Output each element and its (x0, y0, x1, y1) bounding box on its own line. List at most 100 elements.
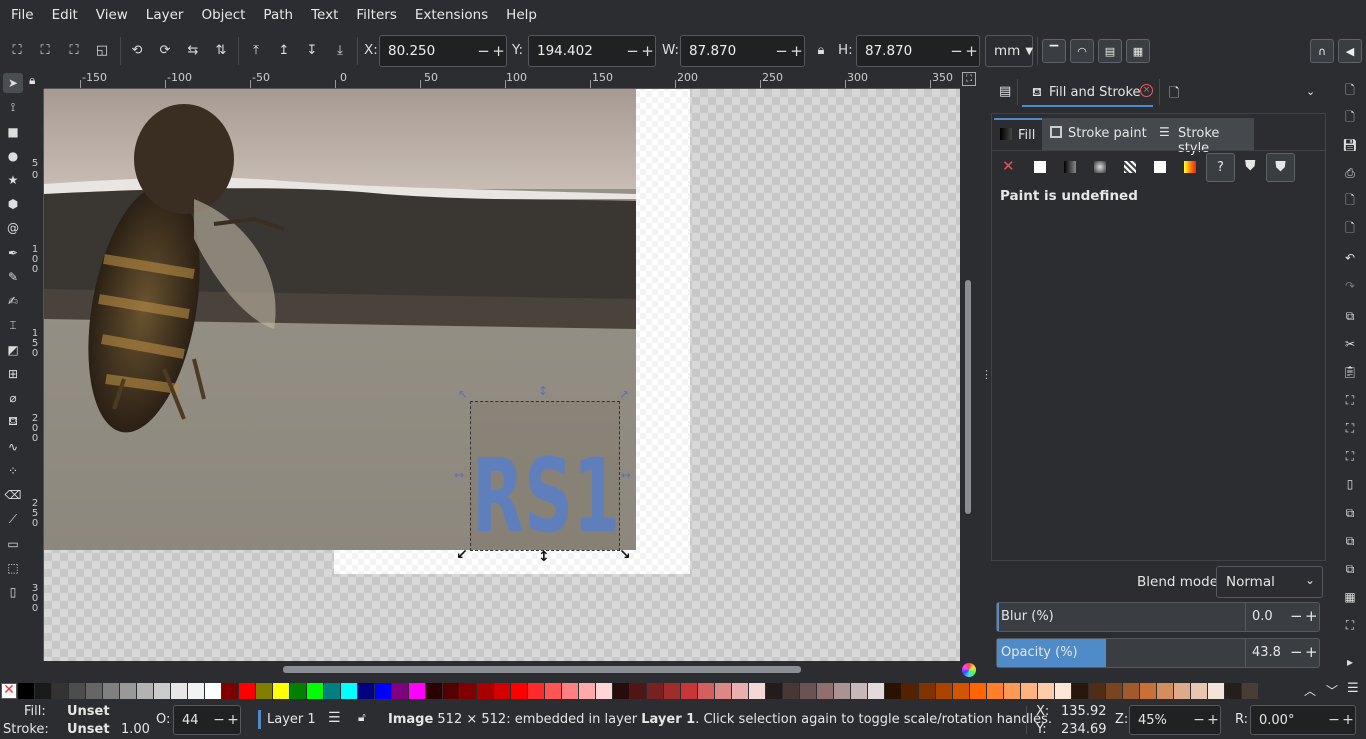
snap-toggle-icon[interactable]: ∩ (1310, 39, 1334, 63)
document-properties-icon[interactable]: 🗋 (1169, 84, 1179, 106)
skew-handle-w[interactable]: ↔ (454, 468, 464, 482)
minus-icon[interactable]: − (1290, 643, 1303, 661)
mesh-tool-icon[interactable]: ⊞ (3, 364, 23, 384)
color-swatch[interactable] (647, 683, 663, 699)
palette-scroll-up-icon[interactable]: ︿ (1304, 682, 1316, 699)
star-tool-icon[interactable]: ★ (3, 170, 23, 190)
import-icon[interactable]: 🗋 (1340, 191, 1360, 211)
color-swatch[interactable] (171, 683, 187, 699)
color-swatch[interactable] (86, 683, 102, 699)
redo-icon[interactable]: ↷ (1340, 276, 1360, 296)
color-swatch[interactable] (103, 683, 119, 699)
deselect-icon[interactable]: ◱ (91, 39, 113, 61)
group-icon[interactable]: ▦ (1340, 587, 1360, 607)
palette-menu-icon[interactable]: ☰ (1347, 681, 1359, 696)
color-swatch[interactable] (460, 683, 476, 699)
move-patterns-icon[interactable]: ▦ (1126, 39, 1150, 63)
minus-icon[interactable]: − (476, 42, 491, 60)
color-swatch[interactable] (1123, 683, 1139, 699)
menu-path[interactable]: Path (254, 0, 302, 31)
w-field[interactable]: 87.870 − + (680, 35, 805, 67)
color-swatch[interactable] (715, 683, 731, 699)
select-all-layers-icon[interactable]: ⛶ (34, 39, 56, 61)
scale-handle-s[interactable]: ↕ (538, 549, 550, 565)
scale-stroke-icon[interactable]: ▔ (1042, 39, 1066, 63)
stroke-width-value[interactable]: 1.00 (121, 722, 150, 737)
color-swatch[interactable] (732, 683, 748, 699)
color-swatch[interactable] (69, 683, 85, 699)
export-icon[interactable]: 🗋 (1340, 219, 1360, 239)
zoom-selection-icon[interactable]: ⛶ (1340, 390, 1360, 410)
skew-handle-n[interactable]: ↕ (538, 384, 548, 398)
y-field[interactable]: 194.402 − + (528, 35, 656, 67)
plus-icon[interactable]: + (964, 42, 979, 60)
color-swatch[interactable] (1174, 683, 1190, 699)
zoom-drawing-icon[interactable]: ⛶ (1340, 418, 1360, 438)
color-swatch[interactable] (18, 683, 34, 699)
fill-rule-evenodd-icon[interactable]: ⛊ (1245, 158, 1256, 174)
color-swatch[interactable] (120, 683, 136, 699)
color-swatch[interactable] (664, 683, 680, 699)
rotate-handle-ne[interactable]: ↗ (619, 387, 629, 401)
scale-handle-se[interactable]: ↘ (619, 547, 631, 563)
color-swatch[interactable] (681, 683, 697, 699)
color-swatch[interactable] (766, 683, 782, 699)
plus-icon[interactable]: + (1206, 712, 1220, 728)
skew-handle-e[interactable]: ↔ (621, 468, 631, 482)
color-swatch[interactable] (409, 683, 425, 699)
minus-icon[interactable]: − (774, 42, 789, 60)
minus-icon[interactable]: − (1192, 712, 1206, 728)
move-gradients-icon[interactable]: ▤ (1098, 39, 1122, 63)
undo-icon[interactable]: ↶ (1340, 248, 1360, 268)
open-document-icon[interactable]: 🗋 (1340, 108, 1360, 128)
zoom-page-icon[interactable]: ⛶ (1340, 446, 1360, 466)
minus-icon[interactable]: − (949, 42, 964, 60)
unit-select[interactable]: mm ▼ (985, 35, 1033, 67)
x-field[interactable]: 80.250 − + (379, 35, 507, 67)
color-swatch[interactable] (205, 683, 221, 699)
save-icon[interactable]: 💾︎ (1340, 135, 1360, 155)
color-swatch[interactable] (885, 683, 901, 699)
menu-extensions[interactable]: Extensions (406, 0, 497, 31)
layer-menu-icon[interactable]: ☰ (328, 710, 341, 726)
current-layer[interactable]: Layer 1 (267, 712, 316, 727)
color-swatch[interactable] (1004, 683, 1020, 699)
color-swatch[interactable] (936, 683, 952, 699)
close-tab-icon[interactable]: × (1140, 84, 1153, 97)
minus-icon[interactable]: − (212, 712, 226, 728)
fill-indicator-value[interactable]: Unset (67, 704, 110, 719)
ungroup-icon[interactable]: ⛶ (1340, 615, 1360, 635)
plus-icon[interactable]: + (226, 712, 240, 728)
print-icon[interactable]: ⎙ (1340, 163, 1360, 183)
color-swatch[interactable] (1106, 683, 1122, 699)
opacity-spinbox[interactable]: 44 − + (173, 705, 241, 735)
select-same-icon[interactable]: ⛶ (63, 39, 85, 61)
color-swatch[interactable] (358, 683, 374, 699)
new-document-icon[interactable]: 🗋 (1340, 81, 1360, 101)
color-swatch[interactable] (749, 683, 765, 699)
color-swatch[interactable] (1021, 683, 1037, 699)
no-paint-icon[interactable]: ✕ (1002, 157, 1015, 175)
color-swatch[interactable] (341, 683, 357, 699)
stroke-indicator-value[interactable]: Unset (67, 722, 110, 737)
color-swatch[interactable] (1225, 683, 1241, 699)
zoom-width-icon[interactable]: ▯ (1340, 474, 1360, 494)
connector-tool-icon[interactable]: ⟋ (3, 509, 23, 529)
pencil-tool-icon[interactable]: ✎ (3, 267, 23, 287)
menu-edit[interactable]: Edit (43, 0, 87, 31)
color-swatch[interactable] (239, 683, 255, 699)
linear-gradient-icon[interactable] (1064, 161, 1076, 173)
scale-corners-icon[interactable]: ◠ (1070, 39, 1094, 63)
color-swatch[interactable] (154, 683, 170, 699)
raise-to-top-icon[interactable]: ⤒ (245, 39, 267, 61)
no-color-swatch[interactable]: ✕ (1, 683, 17, 699)
plus-icon[interactable]: + (789, 42, 804, 60)
pages-tool-icon[interactable]: ▯ (3, 582, 23, 602)
color-swatch[interactable] (528, 683, 544, 699)
lower-to-bottom-icon[interactable]: ⤓ (329, 39, 351, 61)
lower-icon[interactable]: ↧ (301, 39, 323, 61)
opacity-slider[interactable]: Opacity (%) 43.8 − + (996, 638, 1320, 668)
color-swatch[interactable] (1038, 683, 1054, 699)
gradient-tool-icon[interactable]: ◩ (3, 340, 23, 360)
color-swatch[interactable] (324, 683, 340, 699)
